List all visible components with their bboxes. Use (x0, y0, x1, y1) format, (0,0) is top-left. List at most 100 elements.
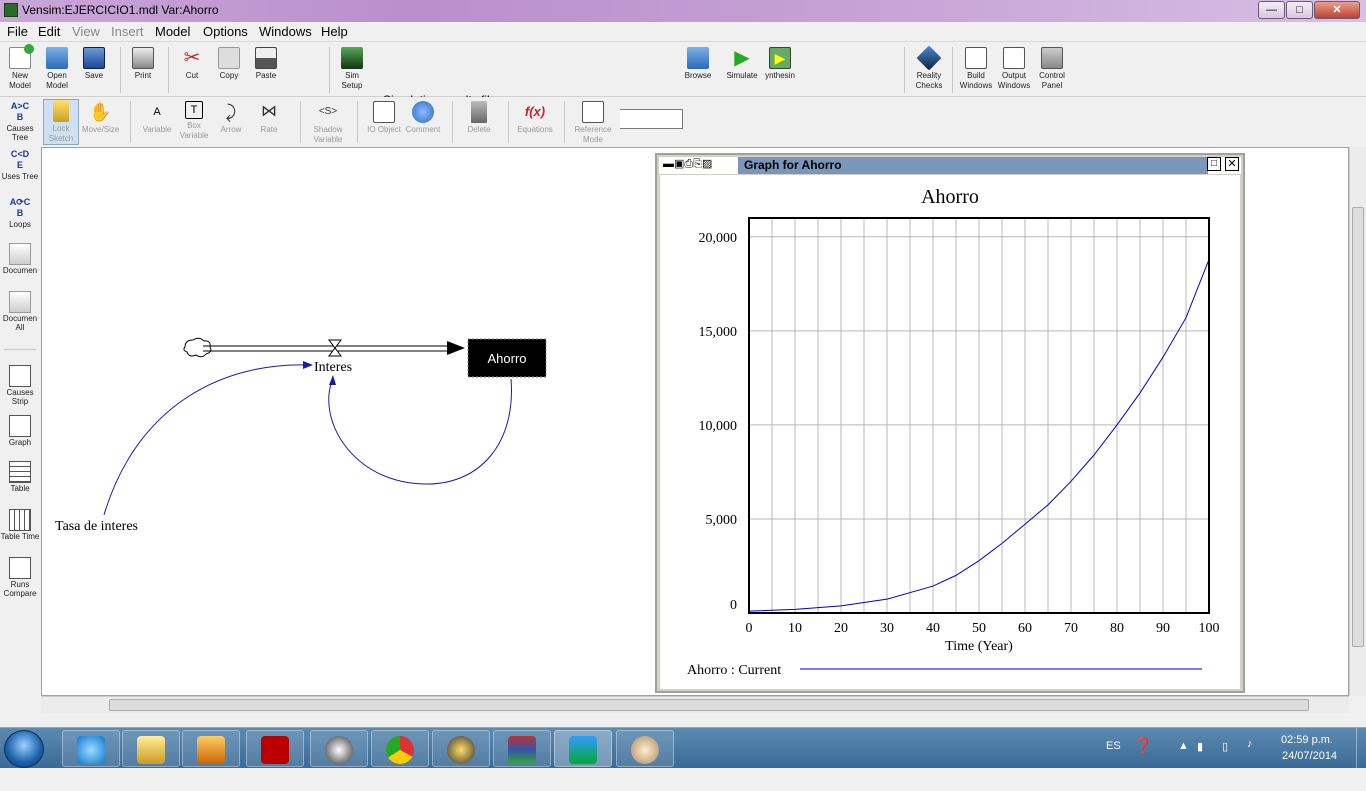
trash-icon (471, 101, 487, 123)
copy-button[interactable]: Copy (214, 47, 244, 81)
menu-edit[interactable]: Edit (38, 24, 60, 39)
cloud-source-icon (183, 337, 212, 358)
causes-tree-button[interactable]: A>C B Causes Tree (0, 101, 40, 142)
taskbar-audio[interactable] (432, 730, 490, 767)
language-indicator[interactable]: ES (1106, 740, 1121, 781)
open-model-button[interactable]: Open Model (42, 47, 72, 91)
menu-help[interactable]: Help (321, 24, 348, 39)
clipboard-icon (255, 47, 277, 69)
taskbar-chrome[interactable] (371, 730, 429, 767)
document-icon (9, 243, 31, 265)
control-panel-button[interactable]: Control Panel (1034, 47, 1070, 91)
graph-maximize-icon[interactable]: □ (1207, 157, 1221, 171)
taskbar-vensim[interactable] (554, 730, 612, 767)
io-object-button[interactable]: IO Object (365, 101, 403, 135)
cut-button[interactable]: ✂ Cut (177, 47, 207, 81)
causes-tree-icon: A>C B (10, 101, 30, 122)
graph-button[interactable]: Graph (0, 415, 40, 447)
close-button[interactable]: ✕ (1314, 1, 1360, 19)
synthesim-button[interactable]: ▶ ynthesin (762, 47, 798, 81)
horizontal-scrollbar[interactable] (41, 696, 1349, 713)
flow-valve-icon[interactable] (328, 339, 342, 357)
document-all-button[interactable]: Documen All (0, 291, 40, 332)
comment-button[interactable]: Comment (404, 101, 442, 135)
paste-button[interactable]: Paste (251, 47, 281, 81)
horizontal-scroll-thumb[interactable] (109, 699, 1309, 711)
box-variable-button[interactable]: T Box Variable (177, 101, 211, 141)
action-center-icon[interactable]: ❓ (1133, 736, 1153, 777)
stock-label-ahorro: Ahorro (487, 351, 526, 366)
equations-button[interactable]: f(x) Equations (514, 101, 556, 135)
printer-icon (132, 47, 154, 69)
output-windows-button[interactable]: Output Windows (996, 47, 1032, 91)
simulate-button[interactable]: ▶ Simulate (725, 47, 759, 81)
io-object-icon (373, 101, 395, 123)
x-tick-label: 70 (1064, 621, 1078, 636)
feedback-arrow[interactable] (328, 378, 512, 485)
taskbar-paint[interactable] (616, 730, 674, 767)
reality-checks-button[interactable]: Reality Checks (912, 45, 946, 91)
network-icon[interactable]: ▯ (1222, 740, 1228, 781)
auxiliary-label-tasa[interactable]: Tasa de interes (55, 519, 138, 534)
browse-button[interactable]: Browse (683, 47, 713, 81)
loops-button[interactable]: A⟳C B Loops (0, 197, 40, 229)
arrow-button[interactable]: ⤸ Arrow (214, 101, 248, 135)
lock-sketch-button[interactable]: Lock Sketch (43, 99, 79, 145)
power-icon[interactable]: ▮ (1197, 740, 1203, 781)
title-bar: Vensim:EJERCICIO1.mdl Var:Ahorro — □ ✕ (0, 0, 1366, 22)
minimize-button[interactable]: — (1258, 1, 1285, 19)
media-player-icon (197, 736, 225, 764)
sim-setup-button[interactable]: Sim Setup (337, 47, 367, 91)
folder-icon (137, 736, 165, 764)
rate-arrow-head (303, 361, 313, 369)
delete-button[interactable]: Delete (462, 101, 496, 135)
taskbar-explorer[interactable] (122, 730, 180, 767)
graph-close-icon[interactable]: ✕ (1225, 157, 1239, 171)
build-windows-button[interactable]: Build Windows (958, 47, 994, 91)
menu-windows[interactable]: Windows (259, 24, 312, 39)
menu-file[interactable]: File (7, 24, 28, 39)
reference-mode-button[interactable]: Reference Mode (572, 101, 614, 145)
taskbar-hp[interactable] (310, 730, 368, 767)
taskbar-winrar[interactable] (493, 730, 551, 767)
sim-setup-icon (341, 47, 363, 69)
taskbar-acrobat[interactable] (246, 730, 304, 767)
volume-icon[interactable]: ♪ (1247, 738, 1253, 779)
menu-view[interactable]: View (72, 24, 100, 39)
show-desktop-button[interactable] (1356, 728, 1366, 769)
internet-explorer-icon (77, 736, 105, 764)
menu-model[interactable]: Model (155, 24, 190, 39)
equations-icon: f(x) (524, 104, 546, 119)
start-button[interactable] (4, 730, 44, 768)
maximize-button[interactable]: □ (1286, 1, 1313, 19)
show-hidden-icons[interactable]: ▲ (1178, 740, 1189, 781)
rate-button[interactable]: ⋈ Rate (252, 101, 286, 135)
graph-window[interactable]: ▬▣⎙⎘▨ Graph for Ahorro □ ✕ Ahorro 0 10 20 3… (655, 153, 1245, 693)
move-size-button[interactable]: ✋ Move/Size (82, 101, 119, 135)
new-model-button[interactable]: New Model (5, 44, 35, 91)
print-button[interactable]: Print (128, 47, 158, 81)
menu-options[interactable]: Options (203, 24, 248, 39)
shadow-variable-icon: <S> (318, 106, 338, 117)
x-tick-label: 30 (880, 621, 894, 636)
causes-strip-button[interactable]: Causes Strip (0, 365, 40, 406)
runs-compare-button[interactable]: Runs Compare (0, 557, 40, 598)
flow-label-interes[interactable]: Interes (314, 360, 352, 375)
taskbar-ie[interactable] (62, 730, 120, 767)
table-time-button[interactable]: Table Time (0, 509, 40, 541)
vertical-scroll-thumb[interactable] (1352, 207, 1364, 647)
save-button[interactable]: Save (79, 47, 109, 81)
shadow-variable-button[interactable]: <S> Shadow Variable (309, 101, 347, 145)
table-button[interactable]: Table (0, 461, 40, 493)
clock-date[interactable]: 24/07/2014 (1282, 750, 1337, 791)
graph-toolbar-icons[interactable]: ▬▣⎙⎘▨ (663, 158, 712, 171)
menu-insert[interactable]: Insert (111, 24, 144, 39)
rate-arrow[interactable] (103, 364, 310, 516)
variable-button[interactable]: A Variable (140, 101, 174, 135)
chart-grid (749, 218, 1209, 613)
vertical-scrollbar[interactable] (1349, 147, 1366, 696)
paint-icon (631, 736, 659, 764)
uses-tree-button[interactable]: C<D E Uses Tree (0, 149, 40, 181)
document-button[interactable]: Documen (0, 243, 40, 275)
taskbar-media-player[interactable] (182, 730, 240, 767)
